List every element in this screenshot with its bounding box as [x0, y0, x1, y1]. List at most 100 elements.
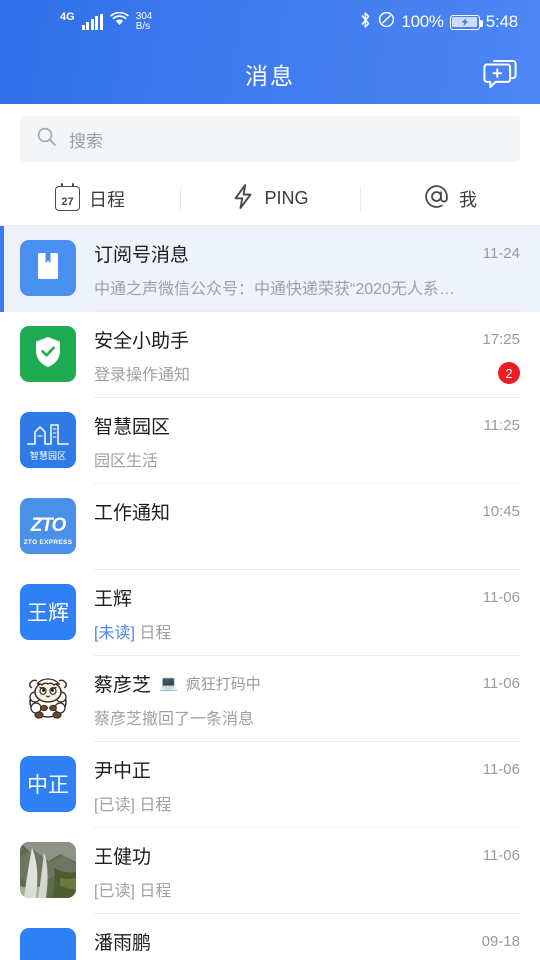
message-header-line: 王辉 11-06: [94, 584, 520, 611]
message-name-wrap: 安全小助手: [94, 326, 189, 353]
tab-me[interactable]: 我: [360, 172, 540, 225]
message-timestamp: 11-06: [482, 847, 520, 864]
message-preview: [未读] 日程: [94, 619, 171, 643]
message-header-line: 潘雨鹏 09-18: [94, 928, 520, 955]
calendar-icon: 27: [55, 183, 80, 211]
wifi-icon: [110, 11, 129, 32]
avatar[interactable]: [20, 842, 76, 898]
tab-schedule[interactable]: 27 日程: [0, 172, 180, 225]
network-speed: 304 B/s: [136, 12, 153, 32]
message-sender-name: 工作通知: [94, 503, 171, 524]
message-name-wrap: 王健功: [94, 842, 151, 869]
avatar[interactable]: [20, 670, 76, 726]
message-list-item[interactable]: 订阅号消息 11-24 中通之声微信公众号：中通快递荣获“2020无人系…: [0, 226, 540, 312]
message-list: 订阅号消息 11-24 中通之声微信公众号：中通快递荣获“2020无人系… 安全小助手…: [0, 226, 540, 960]
message-name-wrap: 潘雨鹏: [94, 928, 151, 955]
do-not-disturb-icon: [378, 11, 395, 33]
message-preview: 中通之声微信公众号：中通快递荣获“2020无人系…: [94, 275, 455, 299]
message-preview-line: 中通之声微信公众号：中通快递荣获“2020无人系…: [94, 275, 520, 299]
message-body: 工作通知 10:45: [94, 498, 520, 570]
avatar[interactable]: [20, 928, 76, 960]
message-header-line: 工作通知 10:45: [94, 498, 520, 525]
message-body: 蔡彦芝 💻 疯狂打码中 11-06 蔡彦芝撤回了一条消息: [94, 670, 520, 742]
contact-status-note: 疯狂打码中: [185, 676, 261, 693]
message-preview-line: [未读] 日程: [94, 619, 520, 643]
preview-status-tag: [未读]: [94, 625, 135, 642]
avatar[interactable]: 智慧园区: [20, 412, 76, 468]
message-list-item[interactable]: 王辉 王辉 11-06 [未读] 日程: [0, 570, 540, 656]
shield-check-icon: [33, 335, 63, 374]
preview-text: 园区生活: [94, 453, 159, 470]
avatar[interactable]: [20, 240, 76, 296]
avatar-initials: 中正: [27, 774, 69, 797]
preview-text: 日程: [134, 883, 172, 900]
message-sender-name: 安全小助手: [94, 331, 190, 352]
search-section: 搜索: [0, 104, 540, 172]
message-preview-line: [已读] 日程: [94, 877, 520, 901]
message-list-item[interactable]: 中正 尹中正 11-06 [已读] 日程: [0, 742, 540, 828]
message-body: 订阅号消息 11-24 中通之声微信公众号：中通快递荣获“2020无人系…: [94, 240, 520, 312]
message-header-line: 尹中正 11-06: [94, 756, 520, 783]
page-title: 消息: [245, 63, 295, 89]
message-timestamp: 11-06: [482, 675, 520, 692]
message-list-item[interactable]: 潘雨鹏 09-18: [0, 914, 540, 960]
message-preview-line: 园区生活: [94, 447, 520, 471]
message-header-line: 王健功 11-06: [94, 842, 520, 869]
sheep-avatar-icon: [20, 670, 76, 726]
preview-status-tag: [已读]: [94, 883, 135, 900]
app-screen: 4G 304 B/s 100% 5:48 消息 搜索 27 日程 PING 我 …: [0, 0, 540, 960]
zto-logo-text: ZTO: [30, 515, 67, 536]
network-speed-unit: B/s: [135, 21, 151, 32]
preview-text: 中通之声微信公众号：中通快递荣获“2020无人系…: [94, 281, 455, 298]
preview-text: 登录操作通知: [94, 367, 191, 384]
message-body: 王健功 11-06 [已读] 日程: [94, 842, 520, 914]
avatar[interactable]: 中正: [20, 756, 76, 812]
network-type-label: 4G: [60, 10, 75, 23]
preview-text: 蔡彦芝撤回了一条消息: [94, 711, 255, 728]
message-list-item[interactable]: 蔡彦芝 💻 疯狂打码中 11-06 蔡彦芝撤回了一条消息: [0, 656, 540, 742]
message-list-item[interactable]: 王健功 11-06 [已读] 日程: [0, 828, 540, 914]
avatar[interactable]: 王辉: [20, 584, 76, 640]
message-sender-name: 潘雨鹏: [94, 933, 152, 954]
message-body: 尹中正 11-06 [已读] 日程: [94, 756, 520, 828]
message-header-line: 安全小助手 17:25: [94, 326, 520, 353]
search-placeholder: 搜索: [69, 131, 103, 151]
tab-me-label: 我: [459, 189, 477, 210]
message-body: 智慧园区 11:25 园区生活: [94, 412, 520, 484]
message-name-wrap: 订阅号消息: [94, 240, 189, 267]
message-header-line: 蔡彦芝 💻 疯狂打码中 11-06: [94, 670, 520, 697]
message-list-item[interactable]: ZTO ZTO EXPRESS 工作通知 10:45: [0, 484, 540, 570]
message-preview: 登录操作通知: [94, 361, 190, 385]
status-bar: 4G 304 B/s 100% 5:48: [0, 0, 540, 44]
battery-percent-label: 100%: [401, 12, 444, 31]
message-list-item[interactable]: 安全小助手 17:25 登录操作通知 2: [0, 312, 540, 398]
new-chat-icon[interactable]: [478, 52, 522, 96]
message-sender-name: 王健功: [94, 847, 152, 868]
message-preview: 蔡彦芝撤回了一条消息: [94, 705, 254, 729]
app-header: 4G 304 B/s 100% 5:48 消息: [0, 0, 540, 104]
preview-text: 日程: [134, 625, 172, 642]
message-body: 潘雨鹏 09-18: [94, 928, 520, 960]
avatar[interactable]: ZTO ZTO EXPRESS: [20, 498, 76, 554]
message-timestamp: 09-18: [481, 933, 520, 950]
message-timestamp: 11-06: [482, 761, 520, 778]
calendar-icon-day: 27: [61, 196, 74, 208]
message-preview-line: 登录操作通知 2: [94, 361, 520, 385]
unread-badge: 2: [498, 362, 520, 384]
preview-text: 日程: [134, 797, 172, 814]
avatar[interactable]: [20, 326, 76, 382]
status-emoji-icon: 💻: [159, 675, 178, 692]
status-bar-right: 100% 5:48: [359, 11, 518, 34]
message-timestamp: 11-24: [482, 245, 520, 262]
battery-charging-icon: [449, 14, 483, 30]
search-input[interactable]: 搜索: [20, 116, 520, 162]
tab-schedule-label: 日程: [89, 189, 125, 210]
at-icon: [423, 183, 450, 215]
message-timestamp: 10:45: [482, 503, 520, 520]
bluetooth-icon: [359, 11, 372, 34]
message-name-wrap: 王辉: [94, 584, 132, 611]
tab-ping[interactable]: PING: [180, 172, 360, 225]
message-name-wrap: 尹中正: [94, 756, 151, 783]
message-list-item[interactable]: 智慧园区 智慧园区 11:25 园区生活: [0, 398, 540, 484]
bookmark-icon: [34, 251, 62, 286]
